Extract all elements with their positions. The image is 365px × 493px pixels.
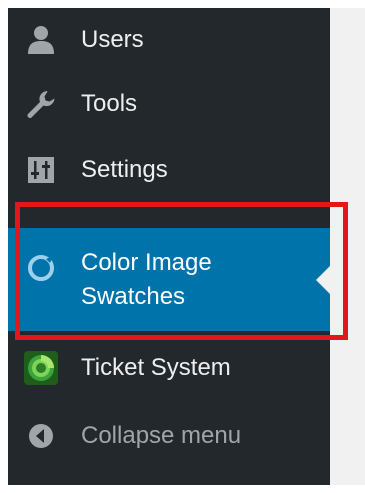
sidebar-item-label-line-1: Color Image — [81, 249, 212, 276]
screenshot-frame: Users Tools Settings Color Image Swatche… — [0, 0, 365, 493]
sidebar-item-users[interactable]: Users — [8, 18, 330, 62]
settings-sliders-icon — [23, 152, 59, 188]
sidebar-item-ticket-system[interactable]: Ticket System — [8, 346, 330, 390]
sidebar-item-color-image-swatches[interactable]: Color Image Swatches — [8, 228, 330, 331]
collapse-menu-button[interactable]: Collapse menu — [8, 414, 330, 458]
sidebar-item-label: Collapse menu — [81, 422, 242, 449]
active-pointer-arrow — [316, 265, 330, 294]
sidebar-item-tools[interactable]: Tools — [8, 82, 330, 126]
sidebar-item-label-line-2: Swatches — [81, 283, 186, 310]
ticket-system-icon — [23, 350, 59, 386]
users-icon — [23, 22, 59, 58]
sidebar-item-settings[interactable]: Settings — [8, 148, 330, 192]
wrench-icon — [23, 86, 59, 122]
sidebar-item-label: Settings — [81, 156, 168, 183]
swatches-icon — [23, 250, 59, 286]
collapse-arrow-icon — [23, 418, 59, 454]
sidebar-item-label: Users — [81, 26, 144, 53]
sidebar-item-label: Ticket System — [81, 354, 231, 381]
sidebar-item-label: Tools — [81, 90, 138, 117]
main-content-area — [330, 8, 365, 485]
admin-sidebar-menu: Users Tools Settings Color Image Swatche… — [8, 8, 330, 485]
sidebar-item-label: Color Image Swatches — [81, 246, 212, 314]
